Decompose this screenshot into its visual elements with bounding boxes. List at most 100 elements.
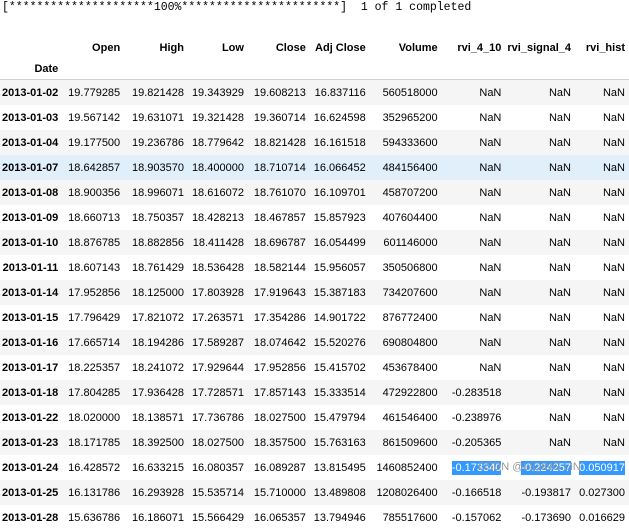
table-row: 2013-01-10 18.876785 18.882856 18.411428 18.… bbox=[0, 230, 629, 255]
table-cell: 17.936428 bbox=[132, 386, 184, 399]
table-cell: 15.710000 bbox=[253, 486, 306, 499]
table-row: 2013-01-28 15.636786 16.186071 15.566429 16.… bbox=[0, 505, 629, 530]
table-cell: 19.821428 bbox=[132, 86, 184, 99]
table-cell: 17.929644 bbox=[191, 361, 244, 374]
row-index-date: 2013-01-10 bbox=[2, 236, 59, 249]
table-cell: 16.109701 bbox=[313, 186, 366, 199]
column-header: Adj Close bbox=[315, 42, 366, 54]
table-cell: 734207600 bbox=[382, 286, 438, 299]
table-row: 2013-01-23 18.171785 18.392500 18.027500 18.… bbox=[0, 430, 629, 455]
table-cell: 18.138571 bbox=[132, 411, 184, 424]
table-cell: 15.333514 bbox=[313, 386, 366, 399]
table-cell: 19.567142 bbox=[68, 111, 121, 124]
index-name-row: Date bbox=[0, 63, 629, 80]
table-cell: 18.027500 bbox=[191, 436, 244, 449]
table-cell: 17.589287 bbox=[191, 336, 244, 349]
column-header-row: Open High Low Close Adj Close Volume rvi… bbox=[0, 33, 629, 63]
table-row: 2013-01-08 18.900356 18.996071 18.616072 18.… bbox=[0, 180, 629, 205]
table-cell: NaN bbox=[602, 161, 625, 174]
table-cell: 17.728571 bbox=[191, 386, 244, 399]
table-cell: 690804800 bbox=[382, 336, 438, 349]
table-cell: NaN bbox=[548, 286, 571, 299]
table-cell: NaN bbox=[548, 261, 571, 274]
table-row: 2013-01-18 17.804285 17.936428 17.728571 17.… bbox=[0, 380, 629, 405]
row-index-date: 2013-01-09 bbox=[2, 211, 59, 224]
table-cell: 18.194286 bbox=[132, 336, 184, 349]
table-cell: NaN bbox=[602, 336, 625, 349]
column-header: rvi_signal_4 bbox=[507, 42, 571, 54]
table-cell: 18.876785 bbox=[68, 236, 121, 249]
table-cell: NaN bbox=[602, 111, 625, 124]
row-index-date: 2013-01-03 bbox=[2, 111, 59, 124]
table-cell: 14.901722 bbox=[313, 311, 366, 324]
table-cell: NaN bbox=[479, 311, 502, 324]
table-cell: 19.608213 bbox=[253, 86, 306, 99]
table-cell: NaN bbox=[602, 411, 625, 424]
table-cell: NaN bbox=[479, 186, 502, 199]
table-cell: 17.796429 bbox=[68, 311, 121, 324]
table-cell: 18.428213 bbox=[191, 211, 244, 224]
table-cell: 19.631071 bbox=[132, 111, 184, 124]
table-cell: 0.050917 bbox=[575, 455, 629, 480]
table-cell: 15.763163 bbox=[313, 436, 366, 449]
table-cell: -0.193817 bbox=[521, 486, 571, 499]
row-index-date: 2013-01-24 bbox=[2, 461, 59, 474]
table-cell: 15.535714 bbox=[191, 486, 244, 499]
table-cell: NaN bbox=[479, 136, 502, 149]
table-cell: 15.857923 bbox=[313, 211, 366, 224]
table-cell: NaN bbox=[548, 386, 571, 399]
table-cell: NaN bbox=[602, 286, 625, 299]
table-cell: 407604400 bbox=[382, 211, 438, 224]
row-index-date: 2013-01-16 bbox=[2, 336, 59, 349]
column-header: rvi_4_10 bbox=[457, 42, 502, 54]
table-cell: 560518000 bbox=[382, 86, 438, 99]
table-cell: -0.173690 bbox=[521, 511, 571, 524]
table-cell: NaN bbox=[548, 311, 571, 324]
table-row: 2013-01-03 19.567142 19.631071 19.321428 19.… bbox=[0, 105, 629, 130]
column-header: Low bbox=[221, 42, 244, 54]
table-cell: 785517600 bbox=[382, 511, 438, 524]
table-cell: NaN bbox=[602, 261, 625, 274]
table-row: 2013-01-15 17.796429 17.821072 17.263571 17.… bbox=[0, 305, 629, 330]
download-progress-text: [*********************100%**************… bbox=[2, 1, 472, 14]
table-cell: 350506800 bbox=[382, 261, 438, 274]
table-cell: 18.660713 bbox=[68, 211, 121, 224]
table-cell: 17.804285 bbox=[68, 386, 121, 399]
table-cell: 18.821428 bbox=[253, 136, 306, 149]
table-cell: 16.186071 bbox=[132, 511, 184, 524]
table-cell: 0.016629 bbox=[579, 511, 625, 524]
table-cell: NaN bbox=[479, 361, 502, 374]
table-cell: NaN bbox=[548, 211, 571, 224]
table-cell: 18.900356 bbox=[68, 186, 121, 199]
row-index-date: 2013-01-23 bbox=[2, 436, 59, 449]
table-cell: NaN bbox=[548, 86, 571, 99]
table-cell: 18.392500 bbox=[132, 436, 184, 449]
index-corner-header bbox=[0, 33, 62, 63]
table-cell: NaN bbox=[479, 236, 502, 249]
table-cell: NaN bbox=[479, 111, 502, 124]
table-cell: 17.354286 bbox=[253, 311, 306, 324]
table-cell: 484156400 bbox=[382, 161, 438, 174]
table-cell: NaN bbox=[548, 161, 571, 174]
table-cell: NaN bbox=[548, 136, 571, 149]
table-cell: 16.624598 bbox=[313, 111, 366, 124]
table-cell: 18.411428 bbox=[192, 236, 244, 249]
table-cell: 13.489808 bbox=[313, 486, 366, 499]
table-cell: 461546400 bbox=[382, 411, 438, 424]
table-cell: 17.665714 bbox=[68, 336, 121, 349]
index-name-header: Date bbox=[0, 63, 63, 80]
table-cell: NaN bbox=[479, 336, 502, 349]
table-cell: 16.089287 bbox=[253, 461, 306, 474]
table-cell: NaN bbox=[548, 236, 571, 249]
table-cell: 18.616072 bbox=[191, 186, 244, 199]
table-cell: 17.952856 bbox=[253, 361, 306, 374]
table-cell: 18.882856 bbox=[132, 236, 184, 249]
table-cell: 18.400000 bbox=[191, 161, 244, 174]
table-cell: 16.054499 bbox=[313, 236, 366, 249]
table-cell: 601146000 bbox=[383, 236, 438, 249]
table-cell: 16.837116 bbox=[314, 86, 366, 99]
table-cell: 18.779642 bbox=[191, 136, 244, 149]
table-cell: NaN bbox=[479, 261, 502, 274]
table-cell: -0.166518 bbox=[451, 486, 502, 499]
selected-text: 0.050917 bbox=[579, 460, 625, 475]
